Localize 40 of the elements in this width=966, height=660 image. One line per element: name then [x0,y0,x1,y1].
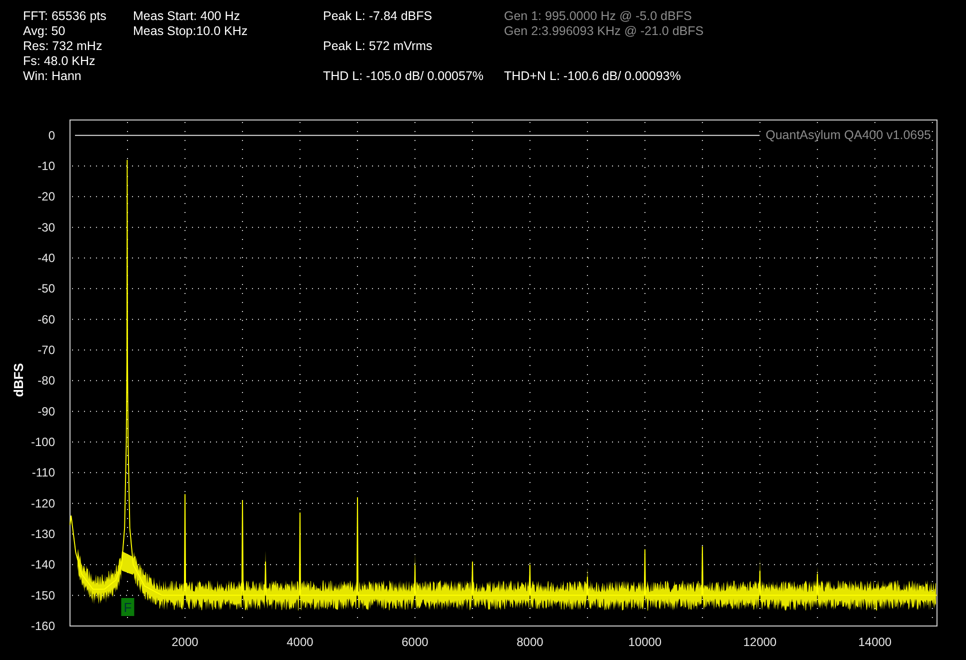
x-tick-label: 10000 [628,635,662,649]
x-tick-label: 14000 [858,635,892,649]
y-tick-label: 0 [48,128,55,142]
y-tick-label: -20 [38,190,55,204]
readout-text: THD+N L: -100.6 dB/ 0.00093% [504,69,682,84]
x-tick-label: 4000 [286,635,314,649]
x-tick-label: 2000 [172,635,198,649]
y-axis-title: dBFS [11,363,26,397]
y-tick-label: -110 [32,466,55,480]
y-tick-label: -70 [38,343,55,357]
readout-text: Gen 1: 995.0000 Hz @ -5.0 dBFS [504,9,693,24]
readout-text: Res: 732 mHz [23,39,104,54]
app-version-label: QuantAsylum QA400 v1.0695 [766,128,931,142]
x-tick-label: 6000 [402,635,428,649]
y-tick-label: -150 [30,588,55,602]
readout-text: Meas Start: 400 Hz [133,9,241,24]
y-tick-label: -40 [38,251,55,265]
readout-text: THD L: -105.0 dB/ 0.00057% [323,69,485,84]
readout-text: Win: Hann [23,69,82,84]
y-tick-label: -10 [38,159,55,173]
readout-text: FFT: 65536 pts [23,9,108,24]
readout-text: Gen 2:3.996093 KHz @ -21.0 dBFS [504,24,705,39]
readout-text: Meas Stop:10.0 KHz [133,24,249,39]
x-tick-label: 8000 [516,635,544,649]
readout-text: Peak L: -7.84 dBFS [323,9,434,24]
readout-text: Fs: 48.0 KHz [23,54,96,69]
y-tick-label: -50 [38,282,55,296]
y-tick-label: -80 [38,374,55,388]
readout-text: Peak L: 572 mVrms [323,39,434,54]
y-tick-label: -30 [38,220,55,234]
y-tick-label: -100 [30,435,55,449]
y-tick-label: -90 [38,404,55,418]
marker-label: F [121,598,134,616]
x-tick-label: 12000 [743,635,777,649]
y-tick-label: -120 [30,496,55,510]
y-tick-label: -140 [30,558,55,572]
readout-text: Avg: 50 [23,24,66,39]
y-tick-label: -130 [30,527,55,541]
y-tick-label: -160 [30,619,55,633]
y-tick-label: -60 [38,312,55,326]
